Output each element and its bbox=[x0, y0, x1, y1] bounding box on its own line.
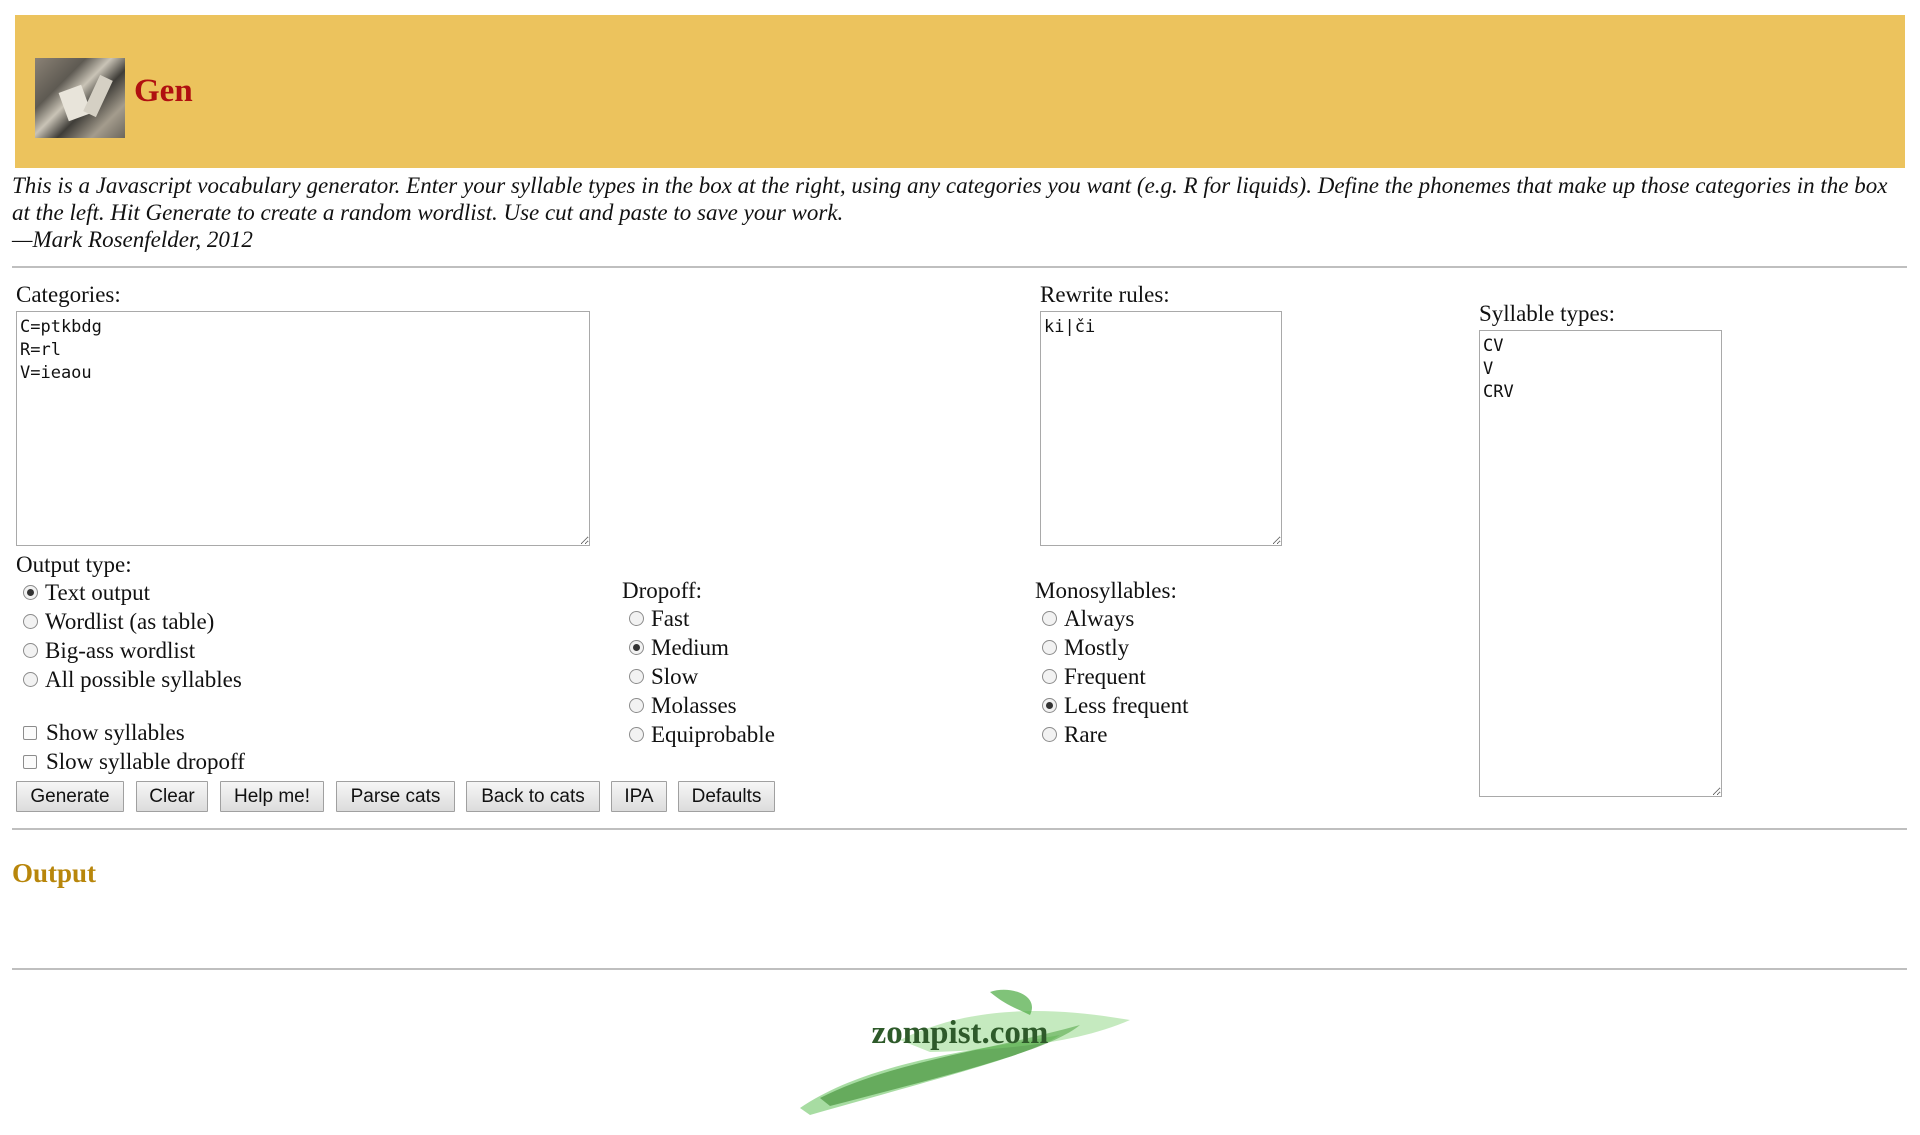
intro-signature: —Mark Rosenfelder, 2012 bbox=[12, 227, 253, 252]
radio-icon[interactable] bbox=[629, 611, 644, 627]
ipa-button[interactable]: IPA bbox=[611, 781, 667, 812]
radio-icon[interactable] bbox=[23, 643, 38, 659]
categories-textarea[interactable] bbox=[16, 311, 590, 546]
defaults-button[interactable]: Defaults bbox=[678, 781, 775, 812]
back-to-cats-button[interactable]: Back to cats bbox=[466, 781, 600, 812]
option-label: Frequent bbox=[1064, 664, 1146, 689]
option-label: Equiprobable bbox=[651, 722, 775, 747]
intro-text: This is a Javascript vocabulary generato… bbox=[12, 172, 1907, 253]
divider-middle bbox=[12, 828, 1907, 830]
categories-label: Categories: bbox=[16, 282, 121, 307]
radio-selected-icon[interactable] bbox=[629, 640, 644, 656]
radio-icon[interactable] bbox=[629, 669, 644, 685]
syllable-types-textarea[interactable] bbox=[1479, 330, 1722, 797]
generate-button[interactable]: Generate bbox=[16, 781, 124, 812]
option-label: Slow bbox=[651, 664, 699, 689]
help-button[interactable]: Help me! bbox=[220, 781, 324, 812]
gen-logo-icon bbox=[35, 58, 125, 138]
option-label: Less frequent bbox=[1064, 693, 1189, 718]
mono-option-frequent[interactable]: Frequent bbox=[1042, 664, 1146, 692]
mono-option-always[interactable]: Always bbox=[1042, 606, 1134, 634]
option-label: Text output bbox=[45, 580, 151, 605]
radio-icon[interactable] bbox=[1042, 669, 1057, 685]
divider-top bbox=[12, 266, 1907, 268]
option-label: Medium bbox=[651, 635, 729, 660]
option-label: Molasses bbox=[651, 693, 737, 718]
zompist-logo-icon[interactable]: zompist.com bbox=[780, 980, 1140, 1120]
radio-icon[interactable] bbox=[1042, 727, 1057, 743]
output-type-label: Output type: bbox=[16, 552, 132, 577]
mono-option-rare[interactable]: Rare bbox=[1042, 722, 1107, 750]
option-label: Big-ass wordlist bbox=[45, 638, 196, 663]
checkbox-label: Slow syllable dropoff bbox=[46, 749, 245, 774]
dropoff-option-medium[interactable]: Medium bbox=[629, 635, 729, 663]
checkbox-label: Show syllables bbox=[46, 720, 185, 745]
clear-button[interactable]: Clear bbox=[136, 781, 208, 812]
option-label: Mostly bbox=[1064, 635, 1130, 660]
output-type-option-big-wordlist[interactable]: Big-ass wordlist bbox=[23, 638, 195, 666]
option-label: Always bbox=[1064, 606, 1135, 631]
option-label: All possible syllables bbox=[45, 667, 242, 692]
footer-logo-text: zompist.com bbox=[872, 1015, 1049, 1051]
divider-bottom bbox=[12, 968, 1907, 970]
dropoff-option-fast[interactable]: Fast bbox=[629, 606, 689, 634]
output-type-option-all-syllables[interactable]: All possible syllables bbox=[23, 667, 242, 695]
show-syllables-checkbox[interactable]: Show syllables bbox=[23, 720, 185, 748]
dropoff-option-slow[interactable]: Slow bbox=[629, 664, 698, 692]
radio-selected-icon[interactable] bbox=[23, 585, 38, 601]
radio-icon[interactable] bbox=[23, 614, 38, 630]
header-banner: Gen bbox=[15, 15, 1905, 168]
radio-icon[interactable] bbox=[629, 727, 644, 743]
rewrite-rules-label: Rewrite rules: bbox=[1040, 282, 1170, 307]
radio-icon[interactable] bbox=[1042, 640, 1057, 656]
option-label: Rare bbox=[1064, 722, 1108, 747]
intro-description: This is a Javascript vocabulary generato… bbox=[12, 173, 1888, 225]
radio-icon[interactable] bbox=[629, 698, 644, 714]
dropoff-label: Dropoff: bbox=[622, 578, 703, 603]
output-type-option-text[interactable]: Text output bbox=[23, 580, 150, 608]
radio-icon[interactable] bbox=[23, 672, 38, 688]
slow-dropoff-checkbox[interactable]: Slow syllable dropoff bbox=[23, 749, 245, 777]
monosyllables-label: Monosyllables: bbox=[1035, 578, 1177, 603]
mono-option-mostly[interactable]: Mostly bbox=[1042, 635, 1129, 663]
rewrite-rules-textarea[interactable] bbox=[1040, 311, 1282, 546]
dropoff-option-equiprobable[interactable]: Equiprobable bbox=[629, 722, 775, 750]
radio-selected-icon[interactable] bbox=[1042, 698, 1057, 714]
dropoff-option-molasses[interactable]: Molasses bbox=[629, 693, 737, 721]
checkbox-icon[interactable] bbox=[23, 754, 37, 769]
syllable-types-label: Syllable types: bbox=[1479, 301, 1616, 326]
mono-option-less-frequent[interactable]: Less frequent bbox=[1042, 693, 1189, 721]
output-type-option-wordlist[interactable]: Wordlist (as table) bbox=[23, 609, 214, 637]
output-heading: Output bbox=[12, 858, 97, 888]
radio-icon[interactable] bbox=[1042, 611, 1057, 627]
checkbox-icon[interactable] bbox=[23, 725, 37, 740]
parse-cats-button[interactable]: Parse cats bbox=[336, 781, 455, 812]
page-title: Gen bbox=[134, 73, 193, 109]
option-label: Wordlist (as table) bbox=[45, 609, 215, 634]
option-label: Fast bbox=[651, 606, 690, 631]
